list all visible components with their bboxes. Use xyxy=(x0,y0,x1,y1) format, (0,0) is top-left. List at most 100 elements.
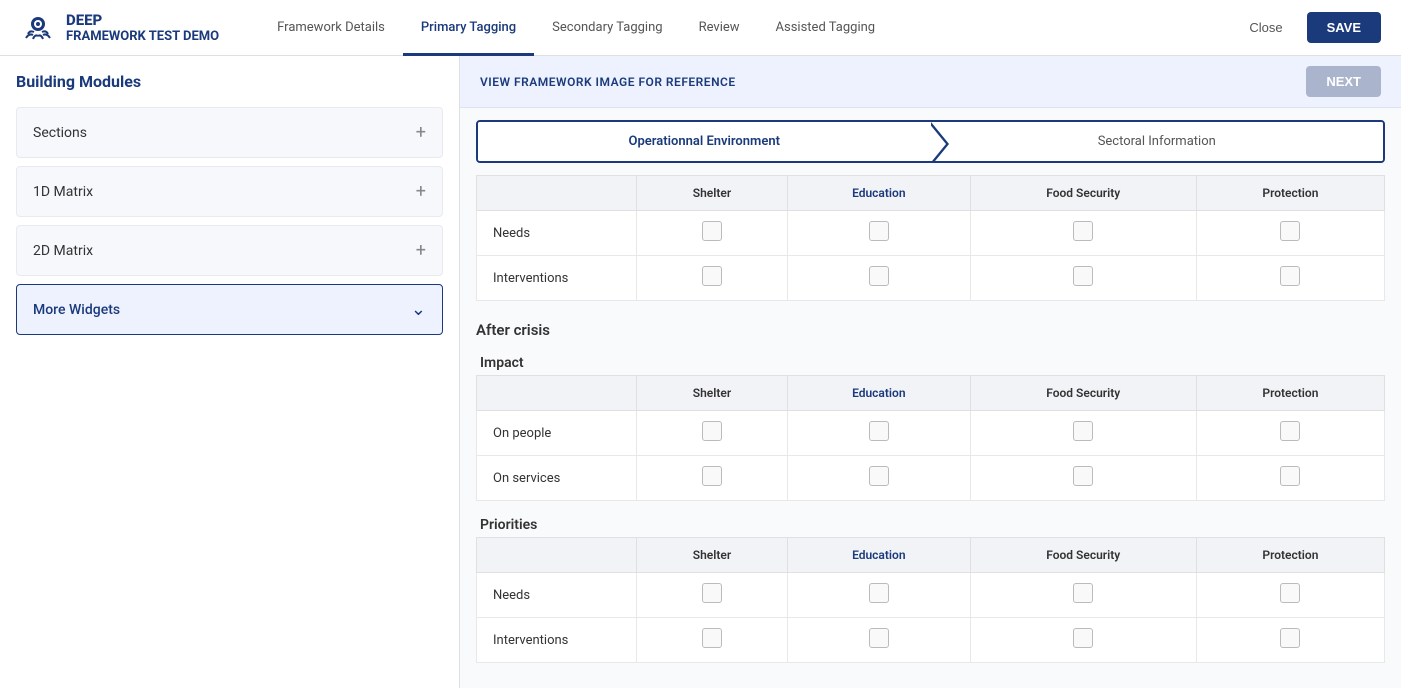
row-label-on-services: On services xyxy=(477,456,637,501)
checkbox-needs-food-top[interactable] xyxy=(1073,221,1093,241)
checkbox-int-protection-prio[interactable] xyxy=(1280,628,1300,648)
col-header-shelter-impact: Shelter xyxy=(637,376,788,411)
save-button[interactable]: SAVE xyxy=(1307,12,1381,43)
priorities-matrix-table: Shelter Education Food Security Protecti… xyxy=(476,537,1385,663)
close-button[interactable]: Close xyxy=(1237,14,1294,41)
table-row: On people xyxy=(477,411,1385,456)
cell-int-protection-top xyxy=(1196,256,1384,301)
nav-assisted-tagging[interactable]: Assisted Tagging xyxy=(758,0,894,56)
checkbox-int-education-prio[interactable] xyxy=(869,628,889,648)
logo-icon xyxy=(20,10,56,46)
checkbox-needs-education-top[interactable] xyxy=(869,221,889,241)
col-header-education-prio: Education xyxy=(787,538,970,573)
nav-secondary-tagging[interactable]: Secondary Tagging xyxy=(534,0,680,56)
row-label-needs-top: Needs xyxy=(477,211,637,256)
checkbox-services-food[interactable] xyxy=(1073,466,1093,486)
checkbox-people-protection[interactable] xyxy=(1280,421,1300,441)
matrix-content: Shelter Education Food Security Protecti… xyxy=(460,175,1401,687)
checkbox-int-food-top[interactable] xyxy=(1073,266,1093,286)
col-header-shelter-top: Shelter xyxy=(637,176,788,211)
cell-services-food xyxy=(970,456,1196,501)
checkbox-int-shelter-top[interactable] xyxy=(702,266,722,286)
col-header-education-impact: Education xyxy=(787,376,970,411)
row-label-interventions-prio: Interventions xyxy=(477,618,637,663)
chevron-down-icon: ⌄ xyxy=(411,299,426,320)
col-header-empty xyxy=(477,176,637,211)
nav-framework-details[interactable]: Framework Details xyxy=(259,0,403,56)
header-actions: Close SAVE xyxy=(1237,12,1381,43)
next-button[interactable]: NEXT xyxy=(1306,66,1381,97)
cell-needs-shelter-prio xyxy=(637,573,788,618)
cell-people-protection xyxy=(1196,411,1384,456)
cell-people-education xyxy=(787,411,970,456)
row-label-on-people: On people xyxy=(477,411,637,456)
add-icon-sections: + xyxy=(416,122,426,143)
checkbox-needs-food-prio[interactable] xyxy=(1073,583,1093,603)
checkbox-needs-protection-prio[interactable] xyxy=(1280,583,1300,603)
checkbox-needs-shelter-prio[interactable] xyxy=(702,583,722,603)
sidebar-item-more-label: More Widgets xyxy=(33,302,120,318)
table-row: On services xyxy=(477,456,1385,501)
impact-matrix-table: Shelter Education Food Security Protecti… xyxy=(476,375,1385,501)
col-header-shelter-prio: Shelter xyxy=(637,538,788,573)
subsection-priorities-title: Priorities xyxy=(476,509,1385,537)
cell-int-protection-prio xyxy=(1196,618,1384,663)
main-layout: Building Modules Sections + 1D Matrix + … xyxy=(0,56,1401,688)
sidebar-item-sections[interactable]: Sections + xyxy=(16,107,443,158)
subsection-impact-title: Impact xyxy=(476,347,1385,375)
table-row: Needs xyxy=(477,573,1385,618)
checkbox-services-education[interactable] xyxy=(869,466,889,486)
sidebar-item-sections-label: Sections xyxy=(33,125,87,141)
row-label-needs-prio: Needs xyxy=(477,573,637,618)
view-framework-link[interactable]: VIEW FRAMEWORK IMAGE FOR REFERENCE xyxy=(480,75,736,89)
checkbox-int-protection-top[interactable] xyxy=(1280,266,1300,286)
checkbox-services-shelter[interactable] xyxy=(702,466,722,486)
cell-services-education xyxy=(787,456,970,501)
col-header-food-impact: Food Security xyxy=(970,376,1196,411)
col-header-protection-top: Protection xyxy=(1196,176,1384,211)
header: DEEP FRAMEWORK TEST DEMO Framework Detai… xyxy=(0,0,1401,56)
cell-needs-protection-prio xyxy=(1196,573,1384,618)
checkbox-needs-shelter-top[interactable] xyxy=(702,221,722,241)
col-header-protection-impact: Protection xyxy=(1196,376,1384,411)
col-header-empty-impact xyxy=(477,376,637,411)
row-label-interventions-top: Interventions xyxy=(477,256,637,301)
add-icon-1d: + xyxy=(416,181,426,202)
col-header-empty-prio xyxy=(477,538,637,573)
add-icon-2d: + xyxy=(416,240,426,261)
tab-operational[interactable]: Operationnal Environment xyxy=(478,122,931,161)
tab-sectoral[interactable]: Sectoral Information xyxy=(931,122,1384,161)
checkbox-int-food-prio[interactable] xyxy=(1073,628,1093,648)
checkbox-people-shelter[interactable] xyxy=(702,421,722,441)
nav-review[interactable]: Review xyxy=(681,0,758,56)
col-header-food-prio: Food Security xyxy=(970,538,1196,573)
checkbox-needs-protection-top[interactable] xyxy=(1280,221,1300,241)
cell-needs-education-top xyxy=(787,211,970,256)
checkbox-people-education[interactable] xyxy=(869,421,889,441)
logo-text: DEEP FRAMEWORK TEST DEMO xyxy=(66,11,219,45)
checkbox-int-education-top[interactable] xyxy=(869,266,889,286)
checkbox-int-shelter-prio[interactable] xyxy=(702,628,722,648)
sidebar-item-more-widgets[interactable]: More Widgets ⌄ xyxy=(16,284,443,335)
cell-int-education-prio xyxy=(787,618,970,663)
sidebar-item-2d-matrix[interactable]: 2D Matrix + xyxy=(16,225,443,276)
sidebar-item-2d-label: 2D Matrix xyxy=(33,243,93,259)
checkbox-needs-education-prio[interactable] xyxy=(869,583,889,603)
nav-primary-tagging[interactable]: Primary Tagging xyxy=(403,0,534,56)
sidebar-item-1d-matrix[interactable]: 1D Matrix + xyxy=(16,166,443,217)
table-row: Interventions xyxy=(477,256,1385,301)
cell-people-food xyxy=(970,411,1196,456)
nav-links: Framework Details Primary Tagging Second… xyxy=(259,0,1237,56)
cell-int-education-top xyxy=(787,256,970,301)
col-header-education-top: Education xyxy=(787,176,970,211)
cell-int-food-prio xyxy=(970,618,1196,663)
sidebar-title: Building Modules xyxy=(16,72,443,91)
checkbox-services-protection[interactable] xyxy=(1280,466,1300,486)
col-header-protection-prio: Protection xyxy=(1196,538,1384,573)
cell-needs-education-prio xyxy=(787,573,970,618)
tab-bar: Operationnal Environment Sectoral Inform… xyxy=(476,120,1385,163)
top-matrix-table: Shelter Education Food Security Protecti… xyxy=(476,175,1385,301)
logo-area: DEEP FRAMEWORK TEST DEMO xyxy=(20,10,219,46)
checkbox-people-food[interactable] xyxy=(1073,421,1093,441)
cell-int-shelter-prio xyxy=(637,618,788,663)
